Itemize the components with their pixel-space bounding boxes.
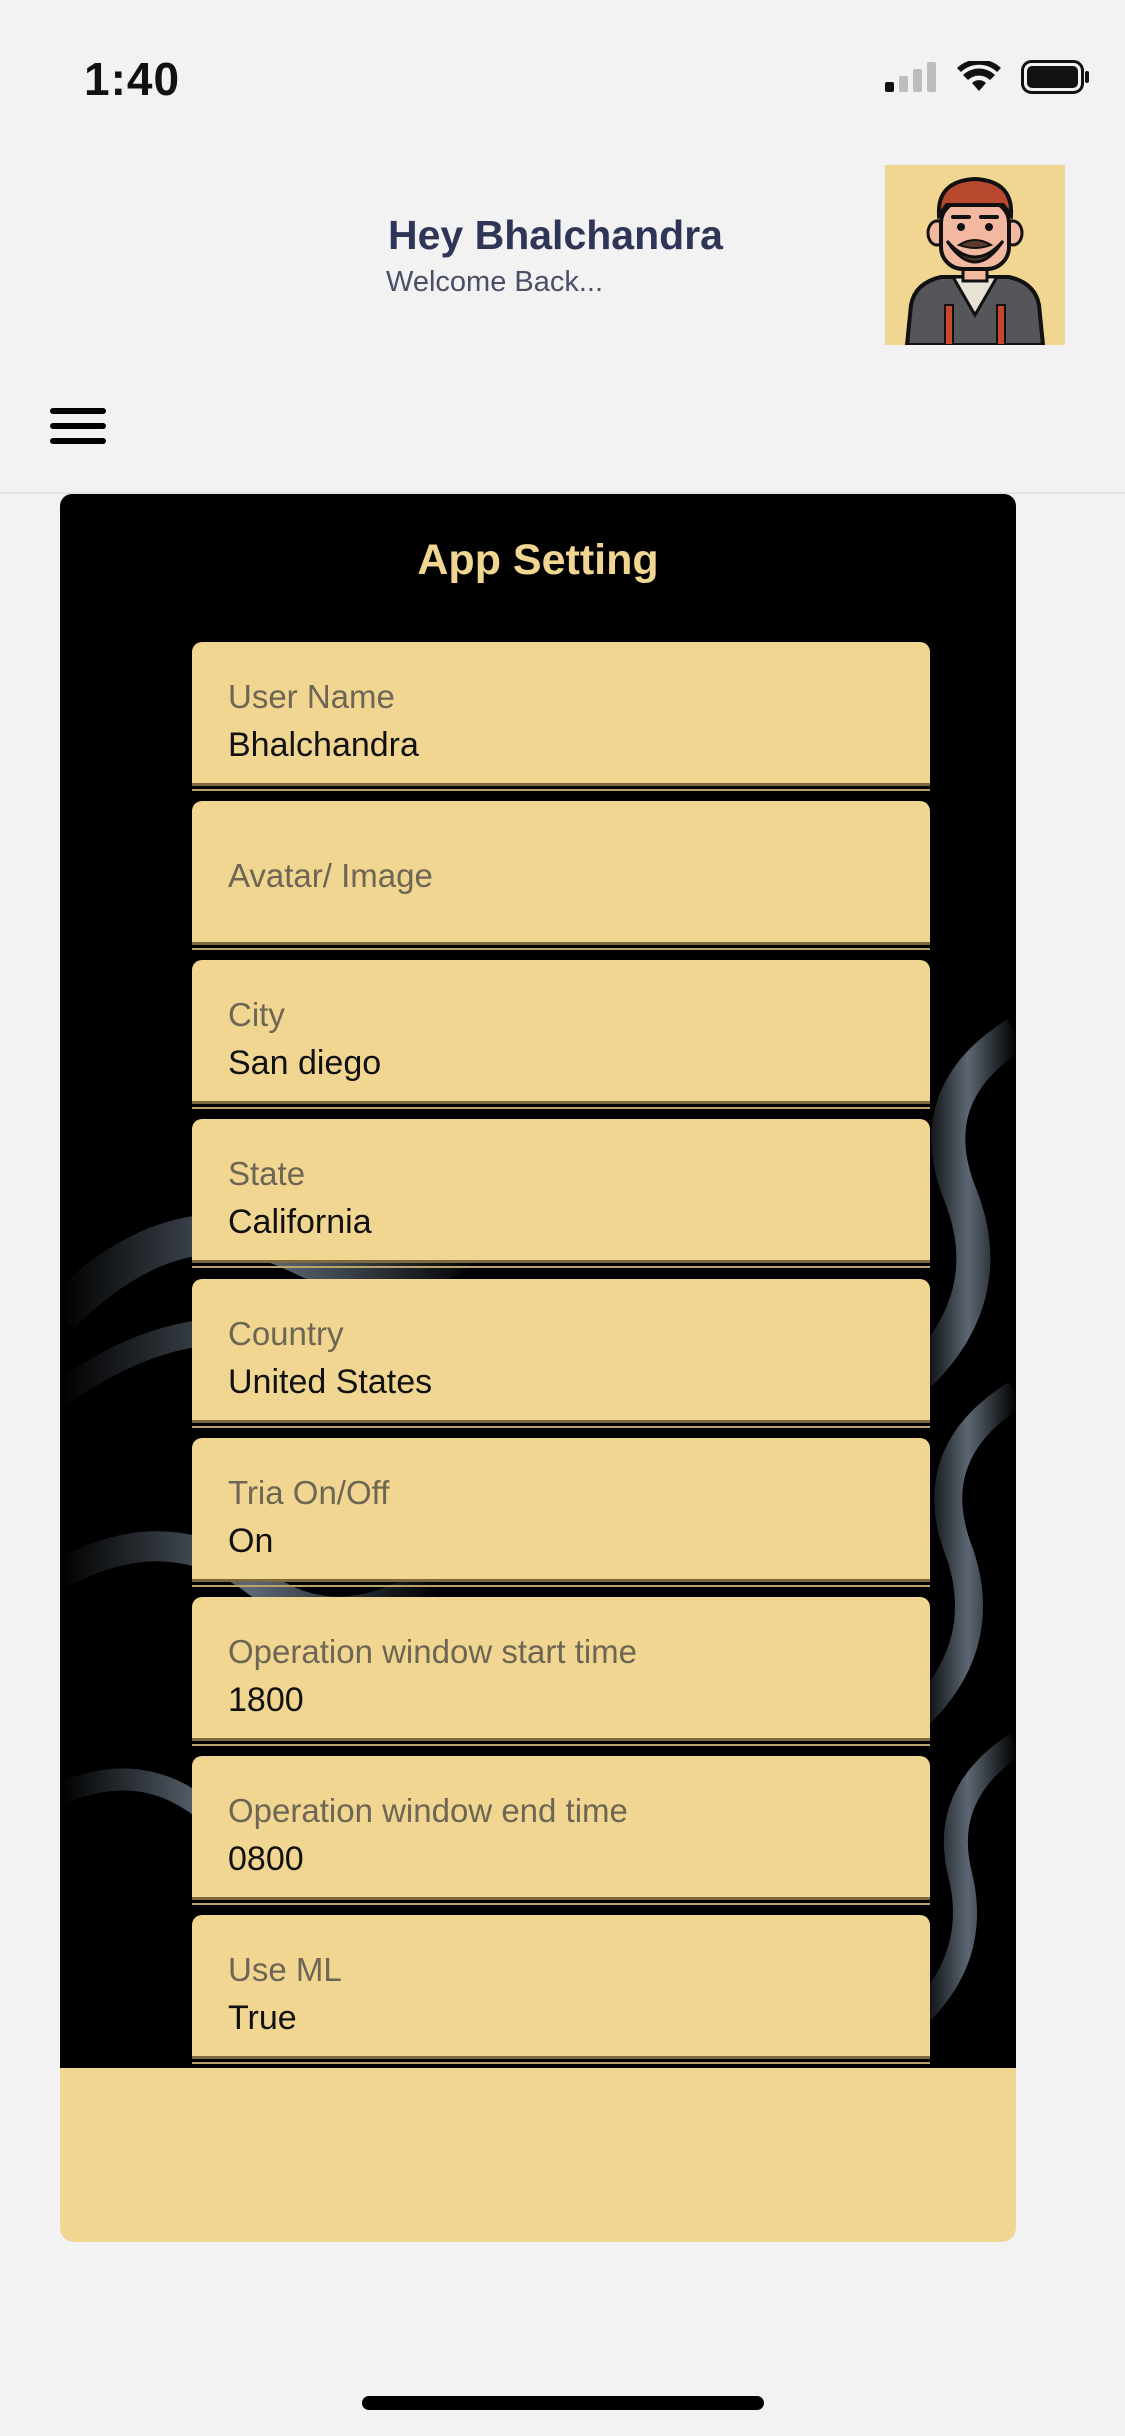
state-field[interactable]: State California	[192, 1119, 930, 1268]
field-label: City	[228, 996, 285, 1033]
hamburger-menu-icon[interactable]	[50, 402, 106, 450]
welcome-subtitle: Welcome Back...	[386, 266, 604, 298]
field-value: 1800	[228, 1681, 304, 1719]
field-value: California	[228, 1203, 372, 1241]
wifi-icon	[957, 61, 1001, 91]
battery-icon	[1021, 60, 1089, 94]
field-value: True	[228, 1999, 297, 2037]
use-ml-field[interactable]: Use ML True	[192, 1915, 930, 2064]
operation-window-start-field[interactable]: Operation window start time 1800	[192, 1597, 930, 1746]
field-value: Bhalchandra	[228, 726, 419, 764]
field-value: On	[228, 1522, 274, 1560]
field-label: Tria On/Off	[228, 1474, 390, 1511]
operation-window-end-field[interactable]: Operation window end time 0800	[192, 1756, 930, 1905]
home-indicator[interactable]	[362, 2396, 764, 2410]
field-label: Use ML	[228, 1951, 342, 1988]
field-value: 0800	[228, 1840, 304, 1878]
city-field[interactable]: City San diego	[192, 960, 930, 1109]
avatar[interactable]	[885, 165, 1065, 345]
greeting-title: Hey Bhalchandra	[388, 212, 723, 258]
status-icons	[885, 60, 1091, 94]
status-time: 1:40	[84, 53, 181, 105]
field-value: San diego	[228, 1044, 382, 1082]
field-label: Avatar/ Image	[228, 857, 433, 894]
country-field[interactable]: Country United States	[192, 1279, 930, 1428]
user-name-field[interactable]: User Name Bhalchandra	[192, 642, 930, 791]
settings-card: App Setting User Name Bhalchandra Avatar…	[60, 494, 1016, 2242]
cellular-signal-icon	[885, 62, 936, 92]
app-screen: 1:40 Hey Bhalchandra Welcome Back... App…	[0, 0, 1125, 2436]
field-label: State	[228, 1155, 306, 1192]
field-label: Country	[228, 1315, 344, 1352]
field-label: Operation window start time	[228, 1633, 638, 1670]
man-with-beard-avatar-icon	[904, 176, 1046, 345]
avatar-image-field[interactable]: Avatar/ Image	[192, 801, 930, 950]
settings-title: App Setting	[417, 536, 659, 584]
settings-card-footer	[60, 2068, 1016, 2242]
tria-toggle-field[interactable]: Tria On/Off On	[192, 1438, 930, 1587]
field-value: United States	[228, 1363, 433, 1401]
field-label: User Name	[228, 678, 395, 715]
field-label: Operation window end time	[228, 1792, 628, 1829]
